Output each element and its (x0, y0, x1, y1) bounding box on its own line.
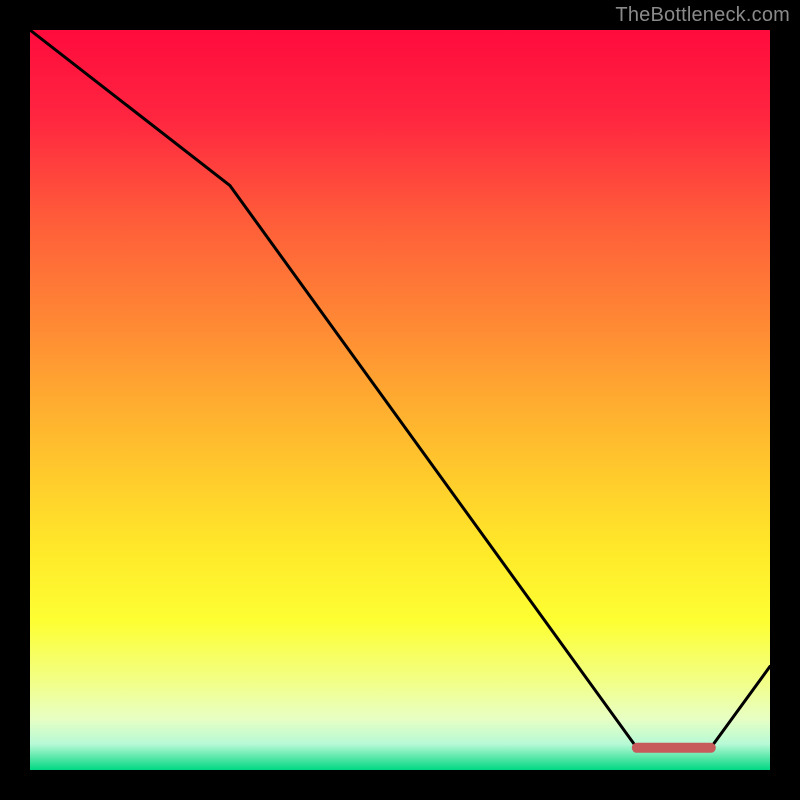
plot-background (30, 30, 770, 770)
chart-frame: TheBottleneck.com (0, 0, 800, 800)
attribution-text: TheBottleneck.com (615, 4, 790, 27)
chart-svg (0, 0, 800, 800)
